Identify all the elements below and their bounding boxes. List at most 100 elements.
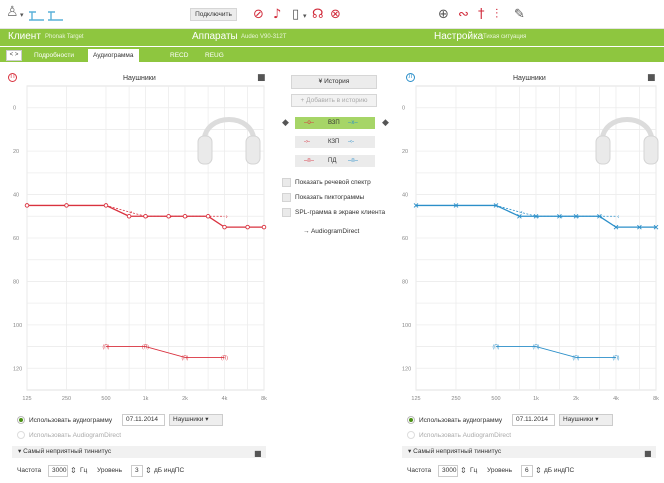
arrow-right-icon: → [303, 228, 311, 235]
audiogram-direct-label: AudiogramDirect [310, 228, 360, 235]
ear-cup [643, 135, 659, 165]
tab-scroll-button[interactable]: < > [6, 50, 22, 61]
legend-ucl[interactable]: –п– ПД –п– [295, 155, 375, 167]
ac-point [166, 214, 171, 219]
use-direct-label: Использовать AudiogramDirect [29, 432, 122, 439]
settings-nav-item[interactable]: Настройка [434, 31, 483, 42]
client-name: Phonak Target [45, 34, 84, 40]
chevron-down-icon[interactable]: ▾ [303, 10, 307, 23]
bc-point: ‹ [617, 213, 619, 220]
level-input[interactable]: 3 [131, 465, 143, 477]
client-nav-item[interactable]: Клиент [8, 31, 41, 42]
ac-point [24, 203, 30, 208]
app-logo [28, 9, 64, 21]
ac-point [64, 203, 69, 208]
x-tick-label: 2k [573, 396, 579, 402]
hearing-aids-icon[interactable]: ∾ [458, 8, 469, 21]
tinnitus-section-header[interactable]: ▾ Самый неприятный тиннитус [402, 446, 656, 458]
legend-ac[interactable]: –o– ВЗП –x– [295, 117, 375, 129]
hz-label: Гц [470, 467, 478, 474]
equalizer-icon[interactable]: ⫶ [495, 8, 498, 21]
left-ear-marker: Л [406, 73, 415, 82]
transducer-value: Наушники [173, 416, 204, 423]
x-tick-label: 250 [451, 396, 460, 402]
hz-label: Гц [80, 467, 88, 474]
use-audiogram-radio[interactable] [17, 416, 25, 424]
level-input[interactable]: 6 [521, 465, 533, 477]
y-tick-label: 40 [13, 193, 19, 199]
battery-icon[interactable]: ▯ [292, 8, 299, 21]
left-ear-audiogram[interactable]: 020406080100120125 250 500 1k 2k 4k 8k‹‹ ‹ ‹ ‹ ‹(П… [398, 84, 664, 410]
transducer-select[interactable]: Наушники ▾ [169, 414, 223, 426]
ucl-point: (П) [533, 345, 540, 351]
history-button[interactable]: ¥ История [291, 75, 377, 89]
ac-point [205, 214, 211, 219]
tab-recd[interactable]: RECD [165, 49, 193, 62]
add-history-label: Добавить в историю [306, 97, 368, 104]
ear-cup [595, 135, 611, 165]
legend-bc[interactable]: -›- КЗП -‹- [295, 136, 375, 148]
stepper-icon[interactable]: ⇕ [145, 464, 152, 477]
level-label: Уровень [487, 467, 513, 474]
use-audiogram-radio[interactable] [407, 416, 415, 424]
chevron-down-icon[interactable]: ▾ [20, 9, 24, 22]
pin-icon[interactable]: † [478, 8, 485, 21]
crosshair-icon[interactable]: ⊕ [438, 8, 449, 21]
ucl-left-symbol: –п– [348, 158, 358, 164]
ac-point [126, 214, 132, 219]
mute-icon[interactable]: ⊗ [330, 8, 341, 21]
x-tick-label: 4k [222, 396, 228, 402]
no-hearing-aid-icon[interactable]: ⊘ [253, 8, 264, 21]
ac-point [103, 203, 109, 208]
trash-icon[interactable]: ■ [644, 447, 652, 460]
user-icon[interactable]: ♙ [6, 5, 19, 19]
tab-reug[interactable]: REUG [200, 49, 229, 62]
trash-icon[interactable]: ■ [254, 447, 262, 460]
arrow-right-icon[interactable]: ◆ [382, 117, 389, 130]
frequency-input[interactable]: 3000 [438, 465, 458, 477]
x-tick-label: 500 [491, 396, 500, 402]
right-chart-title: Наушники [123, 75, 156, 82]
ucl-point: (П) [573, 355, 580, 361]
use-direct-radio[interactable] [407, 431, 415, 439]
arrow-left-icon[interactable]: ◆ [282, 117, 289, 130]
audiogram-direct-link[interactable]: → AudiogramDirect [303, 228, 359, 235]
y-tick-label: 0 [402, 106, 405, 112]
x-tick-label: 8k [261, 396, 267, 402]
audiogram-date-field[interactable]: 07.11.2014 [512, 414, 555, 426]
stepper-icon[interactable]: ⇕ [460, 464, 467, 477]
ear-hook-icon[interactable]: ♪ [273, 8, 281, 21]
speech-spectrum-checkbox[interactable] [282, 178, 291, 187]
stepper-icon[interactable]: ⇕ [535, 464, 542, 477]
tab-audiogram[interactable]: Аудиограмма [88, 49, 139, 62]
stepper-icon[interactable]: ⇕ [70, 464, 77, 477]
connect-button[interactable]: Подключить [190, 8, 237, 21]
ear-cup [197, 135, 213, 165]
y-tick-label: 120 [13, 366, 22, 372]
x-tick-label: 4k [613, 396, 619, 402]
x-tick-label: 125 [411, 396, 420, 402]
x-tick-label: 8k [653, 396, 659, 402]
spl-gram-checkbox[interactable] [282, 208, 291, 217]
transducer-select[interactable]: Наушники ▾ [559, 414, 613, 426]
tinnitus-section-header[interactable]: ▾ Самый неприятный тиннитус [12, 446, 266, 458]
y-tick-label: 80 [13, 279, 19, 285]
transducer-value: Наушники [563, 416, 594, 423]
ear-icon[interactable]: ☊ [312, 8, 324, 21]
right-ear-audiogram[interactable]: 020406080100120125 250 500 1k 2k 4k 8k›› › › › ›(П… [0, 84, 268, 410]
pictograms-checkbox[interactable] [282, 193, 291, 202]
legend-ucl-label: ПД [328, 158, 337, 164]
y-tick-label: 80 [402, 279, 408, 285]
y-tick-label: 100 [402, 323, 411, 329]
devices-nav-item[interactable]: Аппараты [192, 31, 238, 42]
tab-details[interactable]: Подробности [29, 49, 79, 62]
audiogram-date-field[interactable]: 07.11.2014 [122, 414, 165, 426]
add-to-history-button[interactable]: + Добавить в историю [291, 94, 377, 107]
y-tick-label: 20 [13, 149, 19, 155]
ucl-right-symbol: –п– [304, 158, 314, 164]
y-tick-label: 0 [13, 106, 16, 112]
use-direct-radio[interactable] [17, 431, 25, 439]
bc-right-symbol: -›- [304, 139, 310, 145]
wrench-icon[interactable]: ✎ [514, 8, 525, 21]
frequency-input[interactable]: 3000 [48, 465, 68, 477]
